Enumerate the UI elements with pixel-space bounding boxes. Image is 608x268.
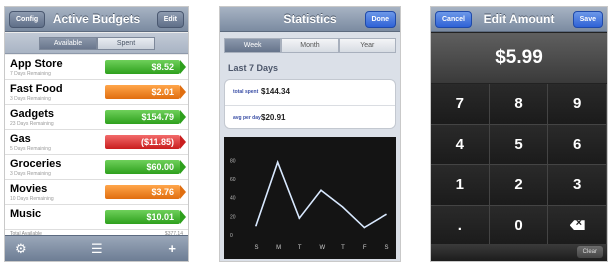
key-3[interactable]: 3 xyxy=(548,165,607,206)
spending-chart: 80 60 40 20 0 S M T W T F S xyxy=(224,137,396,259)
segment-available[interactable]: Available xyxy=(39,37,97,50)
x-tick-label: S xyxy=(255,245,259,251)
done-button[interactable]: Done xyxy=(364,11,396,28)
delete-key[interactable] xyxy=(548,205,607,246)
budget-name: Gadgets xyxy=(10,108,55,120)
edit-button[interactable]: Edit xyxy=(156,11,184,28)
data-point xyxy=(255,224,257,227)
segment-month[interactable]: Month xyxy=(281,38,339,53)
budget-amount-tag: $3.76 xyxy=(105,185,186,199)
key-9[interactable]: 9 xyxy=(548,84,607,125)
keypad-footer: Clear xyxy=(431,244,607,261)
data-point xyxy=(363,226,366,229)
edit-amount-screen: Cancel Edit Amount Save $5.99 789 456 123.… xyxy=(430,6,608,262)
budget-name: Fast Food xyxy=(10,83,63,95)
x-tick-label: T xyxy=(298,245,302,251)
budget-row[interactable]: Gadgets 23 Days Remaining $154.79 xyxy=(5,105,188,130)
budget-row[interactable]: Groceries 3 Days Remaining $60.00 xyxy=(5,155,188,180)
segment-bar: Available Spent xyxy=(5,33,188,54)
key-4[interactable]: 4 xyxy=(431,124,490,165)
segment-week[interactable]: Week xyxy=(224,38,282,53)
y-tick-label: 80 xyxy=(230,158,236,164)
segment-year[interactable]: Year xyxy=(338,38,396,53)
stat-value: $20.91 xyxy=(261,113,286,122)
budget-name: Groceries xyxy=(10,158,62,170)
line-chart: 80 60 40 20 0 S M T W T F S xyxy=(230,158,389,251)
sliders-icon[interactable]: ☰ xyxy=(91,241,103,257)
key-1[interactable]: 1 xyxy=(431,165,490,206)
gear-icon[interactable]: ⚙ xyxy=(15,241,27,257)
stat-label: total spent xyxy=(233,89,259,95)
budget-amount-tag: $2.01 xyxy=(105,85,186,99)
budget-row[interactable]: Music $10.01 xyxy=(5,205,188,230)
budget-remaining: 3 Days Remaining xyxy=(10,171,51,177)
key-decimal[interactable]: . xyxy=(431,205,490,246)
segment-spent[interactable]: Spent xyxy=(97,37,155,50)
stats-card: total spent $144.34 avg per day $20.91 xyxy=(224,79,396,129)
section-title: Last 7 Days xyxy=(228,63,279,73)
budget-amount-tag: $60.00 xyxy=(105,160,186,174)
bottom-toolbar: ⚙ ☰ + xyxy=(5,235,188,261)
budget-remaining: 7 Days Remaining xyxy=(10,71,51,77)
budget-name: Movies xyxy=(10,183,48,195)
budget-name: App Store xyxy=(10,58,63,70)
x-tick-label: W xyxy=(320,245,326,251)
statistics-screen: Statistics Done Week Month Year Last 7 D… xyxy=(219,6,401,262)
series-line xyxy=(255,159,387,229)
keypad: 789 456 123.0 xyxy=(431,84,607,246)
budget-remaining: 3 Days Remaining xyxy=(10,96,51,102)
y-tick-label: 60 xyxy=(230,177,236,183)
backspace-icon xyxy=(569,220,585,231)
x-tick-label: T xyxy=(341,245,345,251)
budget-row[interactable]: Movies 10 Days Remaining $3.76 xyxy=(5,180,188,205)
key-5[interactable]: 5 xyxy=(489,124,549,165)
navbar: Cancel Edit Amount Save xyxy=(431,7,607,32)
budget-row[interactable]: App Store 7 Days Remaining $8.52 xyxy=(5,55,188,80)
x-tick-label: S xyxy=(385,245,389,251)
data-point xyxy=(298,217,301,219)
x-tick-label: F xyxy=(363,245,367,251)
budget-list: App Store 7 Days Remaining $8.52 Fast Food 3… xyxy=(5,55,188,246)
save-button[interactable]: Save xyxy=(572,11,603,28)
stat-label: avg per day xyxy=(233,115,261,121)
key-0[interactable]: 0 xyxy=(489,205,549,246)
navbar: Config Active Budgets Edit xyxy=(5,7,188,32)
stat-value: $144.34 xyxy=(261,87,290,96)
x-tick-label: M xyxy=(276,245,281,251)
budget-name: Music xyxy=(10,208,42,220)
budget-amount-tag: $154.79 xyxy=(105,110,186,124)
budget-row[interactable]: Gas 5 Days Remaining ($11.85) xyxy=(5,130,188,155)
amount-display: $5.99 xyxy=(431,33,607,83)
data-point xyxy=(385,213,387,216)
y-tick-label: 40 xyxy=(230,196,236,202)
key-8[interactable]: 8 xyxy=(489,84,549,125)
key-2[interactable]: 2 xyxy=(489,165,549,206)
budget-row[interactable]: Fast Food 3 Days Remaining $2.01 xyxy=(5,80,188,105)
stat-row: avg per day $20.91 xyxy=(225,105,395,130)
budget-remaining: 10 Days Remaining xyxy=(10,196,54,202)
clear-button[interactable]: Clear xyxy=(576,246,603,258)
budget-remaining: 5 Days Remaining xyxy=(10,146,51,152)
data-point xyxy=(320,189,322,191)
plus-icon[interactable]: + xyxy=(168,241,176,256)
stat-row: total spent $144.34 xyxy=(225,80,395,105)
y-tick-label: 20 xyxy=(230,214,236,220)
period-segment: Week Month Year xyxy=(224,38,396,53)
key-7[interactable]: 7 xyxy=(431,84,490,125)
budget-amount-tag: $10.01 xyxy=(105,210,186,224)
data-point xyxy=(276,161,279,163)
budget-amount-tag: $8.52 xyxy=(105,60,186,74)
budget-remaining: 23 Days Remaining xyxy=(10,121,54,127)
budgets-screen: Config Active Budgets Edit Available Spe… xyxy=(4,6,189,262)
y-tick-label: 0 xyxy=(230,233,233,239)
navbar: Statistics Done xyxy=(220,7,400,32)
budget-name: Gas xyxy=(10,133,31,145)
data-point xyxy=(341,206,344,208)
budget-amount-tag: ($11.85) xyxy=(105,135,186,149)
key-6[interactable]: 6 xyxy=(548,124,607,165)
